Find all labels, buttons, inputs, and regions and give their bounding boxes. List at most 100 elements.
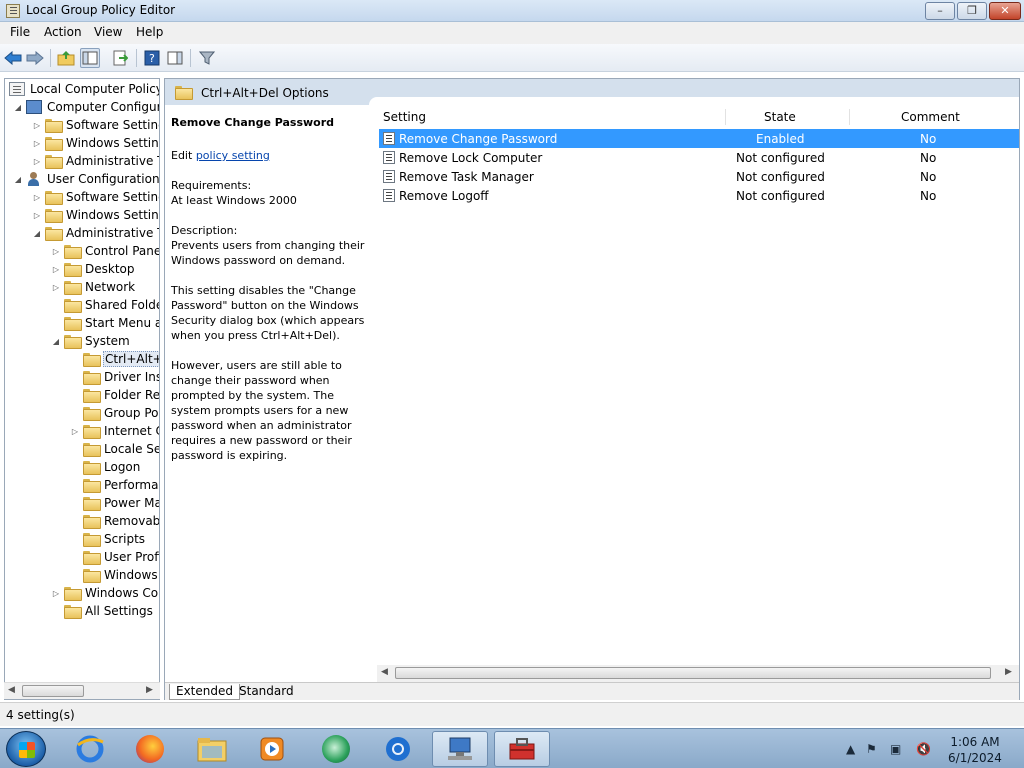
tree-item-removable-storage[interactable]: Removabl — [83, 512, 159, 530]
expand-arrow-icon[interactable]: ▷ — [32, 156, 42, 166]
tree-item-folder-redirection[interactable]: Folder Rec — [83, 386, 159, 404]
expand-arrow-icon[interactable]: ▷ — [51, 264, 61, 274]
folder-icon — [83, 407, 101, 421]
export-list-icon[interactable] — [110, 48, 130, 68]
edit-policy-line: Edit policy setting — [171, 148, 371, 163]
tree-item-group-policy[interactable]: Group Pol — [83, 404, 159, 422]
expand-arrow-icon[interactable]: ▷ — [32, 138, 42, 148]
folder-icon — [83, 515, 101, 529]
media-player-icon[interactable] — [244, 731, 300, 767]
collapse-arrow-icon[interactable]: ◢ — [51, 336, 61, 346]
setting-comment: No — [920, 189, 937, 203]
start-button[interactable] — [6, 731, 46, 767]
expand-arrow-icon[interactable]: ▷ — [51, 282, 61, 292]
tree-item-computer-configuration[interactable]: ◢ Computer Configura — [13, 98, 159, 116]
up-folder-icon[interactable] — [56, 48, 76, 68]
tree-item-user-configuration[interactable]: ◢ User Configuration — [13, 170, 159, 188]
menu-help[interactable]: Help — [136, 25, 163, 39]
tree-item-administrative-templates[interactable]: ▷ Administrative Te — [32, 152, 159, 170]
firefox-icon[interactable] — [122, 731, 178, 767]
menu-action[interactable]: Action — [44, 25, 82, 39]
collapse-arrow-icon[interactable]: ◢ — [13, 174, 23, 184]
tree-item-windows-settings[interactable]: ▷ Windows Setting — [32, 134, 159, 152]
tree-item-user-administrative-templates[interactable]: ◢ Administrative Te — [32, 224, 159, 242]
column-header-setting[interactable]: Setting — [383, 110, 426, 124]
chrome-icon[interactable] — [370, 731, 426, 767]
scroll-left-icon[interactable]: ◀ — [8, 685, 15, 695]
tree-item-ctrl-alt-del-options[interactable]: Ctrl+Alt+I — [83, 350, 159, 368]
show-hidden-icons-icon[interactable]: ▲ — [846, 742, 855, 756]
table-row[interactable]: Remove Change Password Enabled No — [379, 129, 1019, 148]
menu-view[interactable]: View — [94, 25, 122, 39]
tree-item-internet-communication[interactable]: ▷ Internet C — [70, 422, 159, 440]
title-bar: Local Group Policy Editor – ❐ ✕ — [0, 0, 1024, 22]
tree-item-power-management[interactable]: Power Ma — [83, 494, 159, 512]
expand-arrow-icon[interactable]: ▷ — [32, 120, 42, 130]
expand-arrow-icon[interactable]: ▷ — [51, 588, 61, 598]
back-arrow-icon[interactable] — [3, 48, 23, 68]
tree-pane[interactable]: Local Computer Policy ◢ Computer Configu… — [4, 78, 160, 700]
tab-extended[interactable]: Extended — [169, 684, 240, 700]
tree-item-system[interactable]: ◢ System — [51, 332, 131, 350]
expand-arrow-icon[interactable]: ▷ — [32, 192, 42, 202]
policy-setting-link[interactable]: policy setting — [196, 149, 270, 162]
tree-item-label: Scripts — [104, 532, 146, 546]
tree-item-performance[interactable]: Performar — [83, 476, 159, 494]
tree-item-driver-installation[interactable]: Driver Inst — [83, 368, 159, 386]
tree-item-windows-components[interactable]: ▷ Windows Cor — [51, 584, 159, 602]
network-app-icon[interactable] — [432, 731, 488, 767]
scroll-right-icon[interactable]: ▶ — [146, 685, 153, 695]
tree-item-shared-folders[interactable]: Shared Folder — [64, 296, 159, 314]
column-header-comment[interactable]: Comment — [901, 110, 960, 124]
table-row[interactable]: Remove Logoff Not configured No — [379, 186, 1019, 205]
table-row[interactable]: Remove Task Manager Not configured No — [379, 167, 1019, 186]
tree-item-user-software-settings[interactable]: ▷ Software Settings — [32, 188, 159, 206]
expand-arrow-icon[interactable]: ▷ — [70, 426, 80, 436]
show-hide-tree-icon[interactable] — [80, 48, 100, 68]
tree-horizontal-scrollbar[interactable]: ◀ ▶ — [4, 682, 160, 699]
column-header-state[interactable]: State — [764, 110, 796, 124]
scroll-right-icon[interactable]: ▶ — [1005, 667, 1012, 677]
collapse-arrow-icon[interactable]: ◢ — [32, 228, 42, 238]
close-button[interactable]: ✕ — [989, 2, 1021, 20]
menu-file[interactable]: File — [10, 25, 30, 39]
scrollbar-thumb[interactable] — [395, 667, 991, 679]
scrollbar-thumb[interactable] — [22, 685, 84, 697]
collapse-arrow-icon[interactable]: ◢ — [13, 102, 23, 112]
internet-explorer-icon[interactable] — [62, 731, 118, 767]
volume-muted-icon[interactable]: 🔇 — [916, 742, 931, 756]
tree-item-locale-services[interactable]: Locale Ser — [83, 440, 159, 458]
expand-arrow-icon[interactable]: ▷ — [51, 246, 61, 256]
scroll-left-icon[interactable]: ◀ — [381, 667, 388, 677]
tab-standard[interactable]: Standard — [233, 684, 300, 700]
help-icon[interactable]: ? — [142, 48, 162, 68]
toolbox-app-icon[interactable] — [494, 731, 550, 767]
filter-icon[interactable] — [197, 48, 217, 68]
list-horizontal-scrollbar[interactable]: ◀ ▶ — [377, 665, 1019, 682]
tree-item-desktop[interactable]: ▷ Desktop — [51, 260, 136, 278]
tree-item-windows-hotstart[interactable]: Windows — [83, 566, 159, 584]
tree-item-control-panel[interactable]: ▷ Control Panel — [51, 242, 159, 260]
network-status-icon[interactable]: ▣ — [890, 742, 901, 756]
tree-item-user-profiles[interactable]: User Profi — [83, 548, 159, 566]
tree-item-logon[interactable]: Logon — [83, 458, 141, 476]
tree-item-local-computer-policy[interactable]: Local Computer Policy — [9, 80, 159, 98]
tree-item-network[interactable]: ▷ Network — [51, 278, 136, 296]
clock[interactable]: 1:06 AM 6/1/2024 — [940, 734, 1010, 766]
tree-item-scripts[interactable]: Scripts — [83, 530, 146, 548]
tree-item-software-settings[interactable]: ▷ Software Settings — [32, 116, 159, 134]
minimize-button[interactable]: – — [925, 2, 955, 20]
chat-app-icon[interactable] — [308, 731, 364, 767]
tree-item-all-settings[interactable]: All Settings — [64, 602, 154, 620]
toolbar: ? — [0, 44, 1024, 72]
maximize-button[interactable]: ❐ — [957, 2, 987, 20]
file-explorer-icon[interactable] — [184, 731, 240, 767]
show-hide-action-pane-icon[interactable] — [165, 48, 185, 68]
folder-icon — [45, 191, 63, 205]
forward-arrow-icon[interactable] — [25, 48, 45, 68]
action-center-flag-icon[interactable]: ⚑ — [866, 742, 877, 756]
tree-item-user-windows-settings[interactable]: ▷ Windows Setting — [32, 206, 159, 224]
table-row[interactable]: Remove Lock Computer Not configured No — [379, 148, 1019, 167]
expand-arrow-icon[interactable]: ▷ — [32, 210, 42, 220]
tree-item-start-menu[interactable]: Start Menu ar — [64, 314, 159, 332]
